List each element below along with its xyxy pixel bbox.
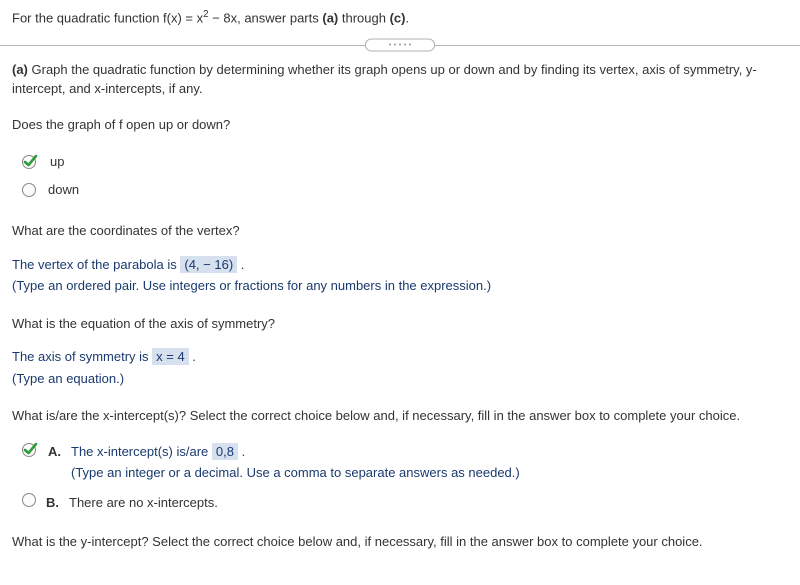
intro-bold-a: (a) [322,10,338,25]
checkmark-icon [22,154,38,170]
q3-prompt: What is the equation of the axis of symm… [12,314,788,334]
question-intro: For the quadratic function f(x) = x2 − 8… [0,0,800,38]
option-a-hint: (Type an integer or a decimal. Use a com… [71,463,788,483]
intro-through: through [338,10,389,25]
q1-prompt: Does the graph of f open up or down? [12,115,788,135]
q4-prompt: What is/are the x-intercept(s)? Select t… [12,406,788,426]
radio-icon [22,183,36,197]
q2-pre: The vertex of the parabola is [12,257,180,272]
part-a-text: (a) Graph the quadratic function by dete… [12,60,788,99]
part-a-body: Graph the quadratic function by determin… [12,62,757,97]
q3-answer-line: The axis of symmetry is x = 4 . [12,347,788,367]
q2-prompt: What are the coordinates of the vertex? [12,221,788,241]
option-b[interactable]: B. There are no x-intercepts. [12,491,788,515]
q2-answer[interactable]: (4, − 16) [180,256,237,273]
option-a-pre: The x-intercept(s) is/are [71,444,212,459]
option-down-label: down [46,180,79,200]
part-a-label: (a) [12,62,28,77]
q3-answer[interactable]: x = 4 [152,348,189,365]
radio-icon [22,493,36,507]
intro-bold-c: (c) [390,10,406,25]
option-a[interactable]: A. The x-intercept(s) is/are 0,8 . (Type… [12,440,788,485]
expand-handle[interactable] [365,38,435,51]
intro-text-2: − 8x, answer parts [209,10,323,25]
option-a-answer[interactable]: 0,8 [212,443,238,460]
option-up[interactable]: up [12,148,788,176]
q2-hint: (Type an ordered pair. Use integers or f… [12,276,788,296]
option-down[interactable]: down [12,176,788,204]
checkmark-icon [22,442,38,458]
q2-post: . [237,257,244,272]
q3-pre: The axis of symmetry is [12,349,152,364]
option-b-text: There are no x-intercepts. [69,495,218,510]
section-divider [0,38,800,52]
option-a-post: . [238,444,245,459]
q3-hint: (Type an equation.) [12,369,788,389]
q5-prompt: What is the y-intercept? Select the corr… [12,532,788,552]
option-a-letter: A. [48,442,61,462]
option-a-line: The x-intercept(s) is/are 0,8 . [71,442,788,462]
option-up-label: up [48,152,64,172]
q2-answer-line: The vertex of the parabola is (4, − 16) … [12,255,788,275]
intro-period: . [405,10,409,25]
option-b-letter: B. [46,493,59,513]
intro-text: For the quadratic function f(x) = x [12,10,203,25]
q3-post: . [189,349,196,364]
